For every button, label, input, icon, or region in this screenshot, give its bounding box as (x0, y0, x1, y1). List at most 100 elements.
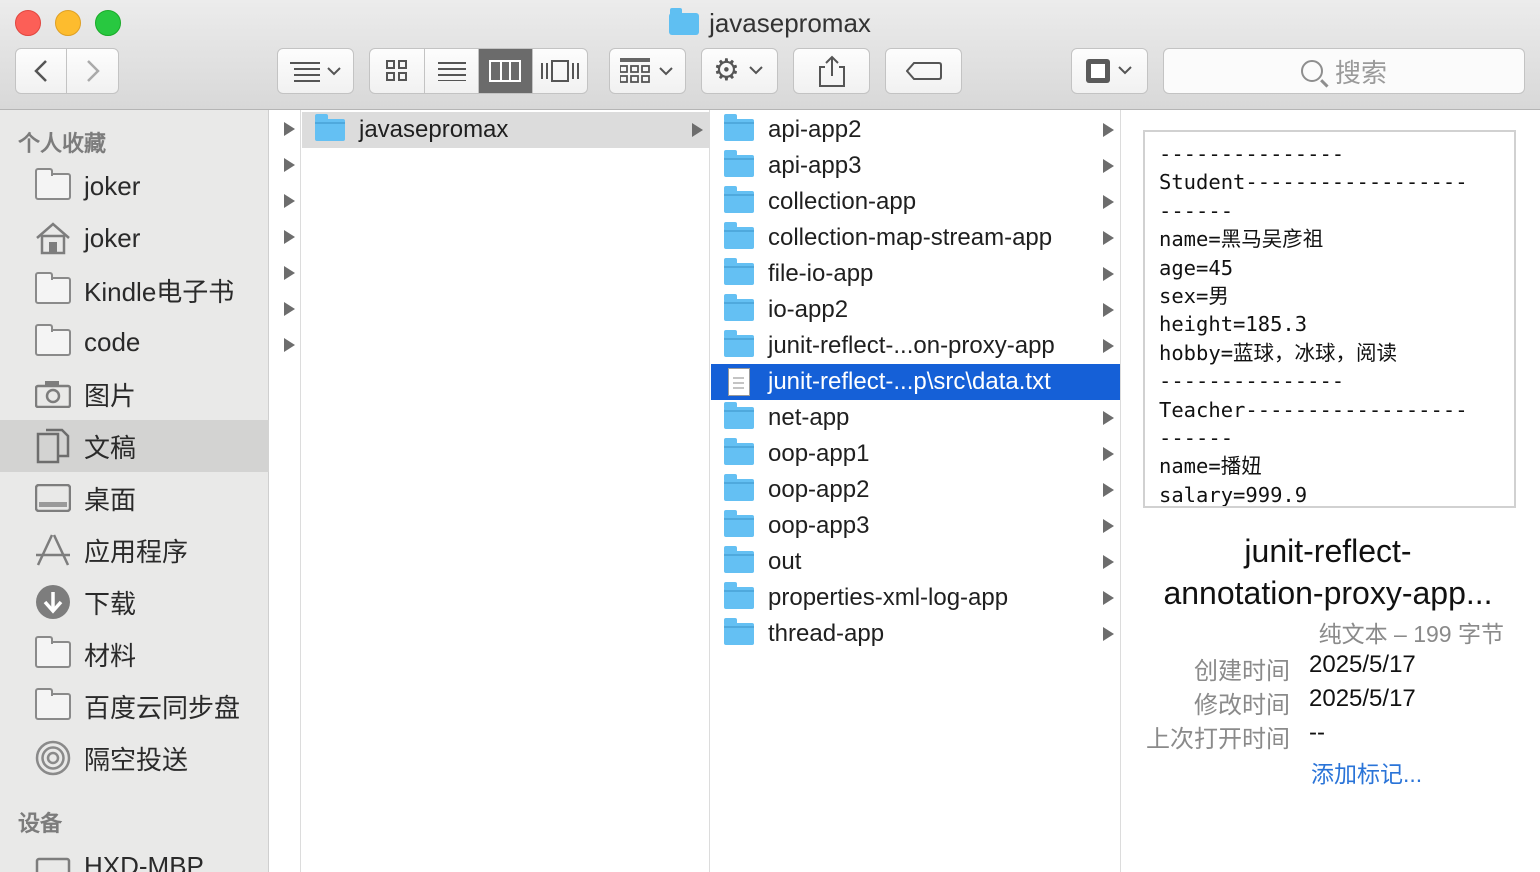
file-preview-text: --------------- Student------------------… (1143, 130, 1516, 508)
disclosure-arrow-icon (1103, 447, 1114, 461)
search-field[interactable]: 搜索 (1163, 48, 1525, 94)
disclosure-arrow-icon (1103, 159, 1114, 173)
back-button[interactable] (16, 49, 67, 93)
disclosure-arrow-icon (284, 338, 295, 352)
sidebar-item-desktop[interactable]: 桌面 (0, 472, 269, 524)
folder-icon (724, 402, 754, 429)
disclosure-arrow-icon (1103, 339, 1114, 353)
list-item[interactable]: thread-app (711, 616, 1120, 652)
list-item[interactable]: io-app2 (711, 292, 1120, 328)
list-item[interactable]: oop-app2 (711, 472, 1120, 508)
desktop-icon (34, 482, 72, 514)
modified-value: 2025/5/17 (1309, 685, 1416, 712)
airdrop-icon (34, 740, 72, 776)
sidebar-item-hxd-mbp[interactable]: HXD-MBP (0, 840, 269, 872)
icon-view-button[interactable] (370, 49, 426, 93)
sidebar-item-applications[interactable]: 应用程序 (0, 524, 269, 576)
folder-icon (724, 258, 754, 285)
title-bar: javasepromax ⚙ 搜索 (0, 0, 1540, 110)
applications-icon (34, 534, 72, 566)
sidebar-item-joker-home[interactable]: joker (0, 212, 269, 264)
sidebar-item-kindle[interactable]: Kindle电子书 (0, 264, 269, 316)
folder-icon (724, 294, 754, 321)
disclosure-arrow-icon (1103, 123, 1114, 137)
chevron-left-icon (34, 60, 47, 82)
add-tags-link[interactable]: 添加标记... (1311, 755, 1422, 789)
gallery-view-button[interactable] (533, 49, 587, 93)
list-item[interactable]: api-app2 (711, 112, 1120, 148)
disclosure-arrow-icon (1103, 267, 1114, 281)
list-item[interactable]: javasepromax (302, 112, 709, 148)
list-item[interactable]: collection-app (711, 184, 1120, 220)
sidebar-item-joker-folder[interactable]: joker (0, 160, 269, 212)
folder-icon (724, 618, 754, 645)
created-label: 创建时间 (1194, 658, 1290, 685)
group-grid-icon (619, 58, 673, 83)
list-item-selected-file[interactable]: junit-reflect-...p\src\data.txt (711, 364, 1120, 400)
forward-button[interactable] (67, 49, 118, 93)
chevron-down-icon (749, 66, 763, 75)
folder-icon (724, 546, 754, 573)
search-placeholder: 搜索 (1334, 57, 1387, 88)
arrange-menu-button[interactable] (277, 48, 354, 94)
sidebar-item-code[interactable]: code (0, 316, 269, 368)
folder-icon (724, 222, 754, 249)
column-javasepromax: api-app2 api-app3 collection-app collect… (711, 110, 1121, 872)
download-icon (34, 585, 72, 619)
list-item[interactable]: junit-reflect-...on-proxy-app (711, 328, 1120, 364)
grid-icon (386, 60, 408, 81)
sidebar-item-materials[interactable]: 材料 (0, 628, 269, 680)
sidebar-item-downloads[interactable]: 下载 (0, 576, 269, 628)
computer-icon (34, 850, 72, 872)
sidebar-item-airdrop[interactable]: 隔空投送 (0, 732, 269, 784)
column-view-button[interactable] (479, 49, 533, 93)
disclosure-arrow-icon (1103, 303, 1114, 317)
list-item[interactable]: file-io-app (711, 256, 1120, 292)
documents-icon (34, 428, 72, 464)
list-item[interactable]: out (711, 544, 1120, 580)
quick-look-menu-button[interactable] (1071, 48, 1148, 94)
disclosure-arrow-icon (1103, 195, 1114, 209)
favorites-heading: 个人收藏 (18, 131, 107, 156)
folder-icon (724, 150, 754, 177)
edit-tags-button[interactable] (885, 48, 962, 94)
folder-icon (34, 323, 72, 358)
preview-file-name-line1: junit-reflect- (1244, 533, 1412, 569)
share-button[interactable] (793, 48, 870, 94)
last-opened-value: -- (1309, 719, 1325, 746)
folder-icon (724, 510, 754, 537)
disclosure-arrow-icon (1103, 555, 1114, 569)
sidebar-item-baidu-sync[interactable]: 百度云同步盘 (0, 680, 269, 732)
list-item[interactable]: api-app3 (711, 148, 1120, 184)
folder-icon (34, 687, 72, 722)
folder-icon (669, 8, 700, 35)
sidebar-item-pictures[interactable]: 图片 (0, 368, 269, 420)
folder-icon (315, 114, 345, 141)
folder-icon (34, 167, 72, 202)
view-mode-segmented (369, 48, 588, 94)
chevron-right-icon (86, 60, 100, 82)
list-item[interactable]: oop-app1 (711, 436, 1120, 472)
disclosure-arrow-icon (1103, 411, 1114, 425)
list-view-button[interactable] (425, 49, 479, 93)
preview-file-name-line2: annotation-proxy-app... (1163, 575, 1493, 611)
navigation-buttons (15, 48, 119, 94)
created-value: 2025/5/17 (1309, 651, 1416, 678)
list-item[interactable]: oop-app3 (711, 508, 1120, 544)
folder-icon (34, 271, 72, 306)
list-item[interactable]: properties-xml-log-app (711, 580, 1120, 616)
columns-icon (489, 60, 522, 82)
list-item[interactable]: net-app (711, 400, 1120, 436)
action-menu-button[interactable]: ⚙ (701, 48, 778, 94)
column-documents: javasepromax (302, 110, 710, 872)
gear-icon: ⚙ (713, 54, 740, 87)
group-menu-button[interactable] (609, 48, 686, 94)
list-item[interactable]: collection-map-stream-app (711, 220, 1120, 256)
folder-icon (34, 635, 72, 670)
disclosure-arrow-icon (284, 302, 295, 316)
folder-icon (724, 186, 754, 213)
disclosure-arrow-icon (1103, 591, 1114, 605)
devices-heading: 设备 (18, 811, 63, 836)
modified-label: 修改时间 (1194, 692, 1290, 719)
sidebar-item-documents[interactable]: 文稿 (0, 420, 269, 472)
